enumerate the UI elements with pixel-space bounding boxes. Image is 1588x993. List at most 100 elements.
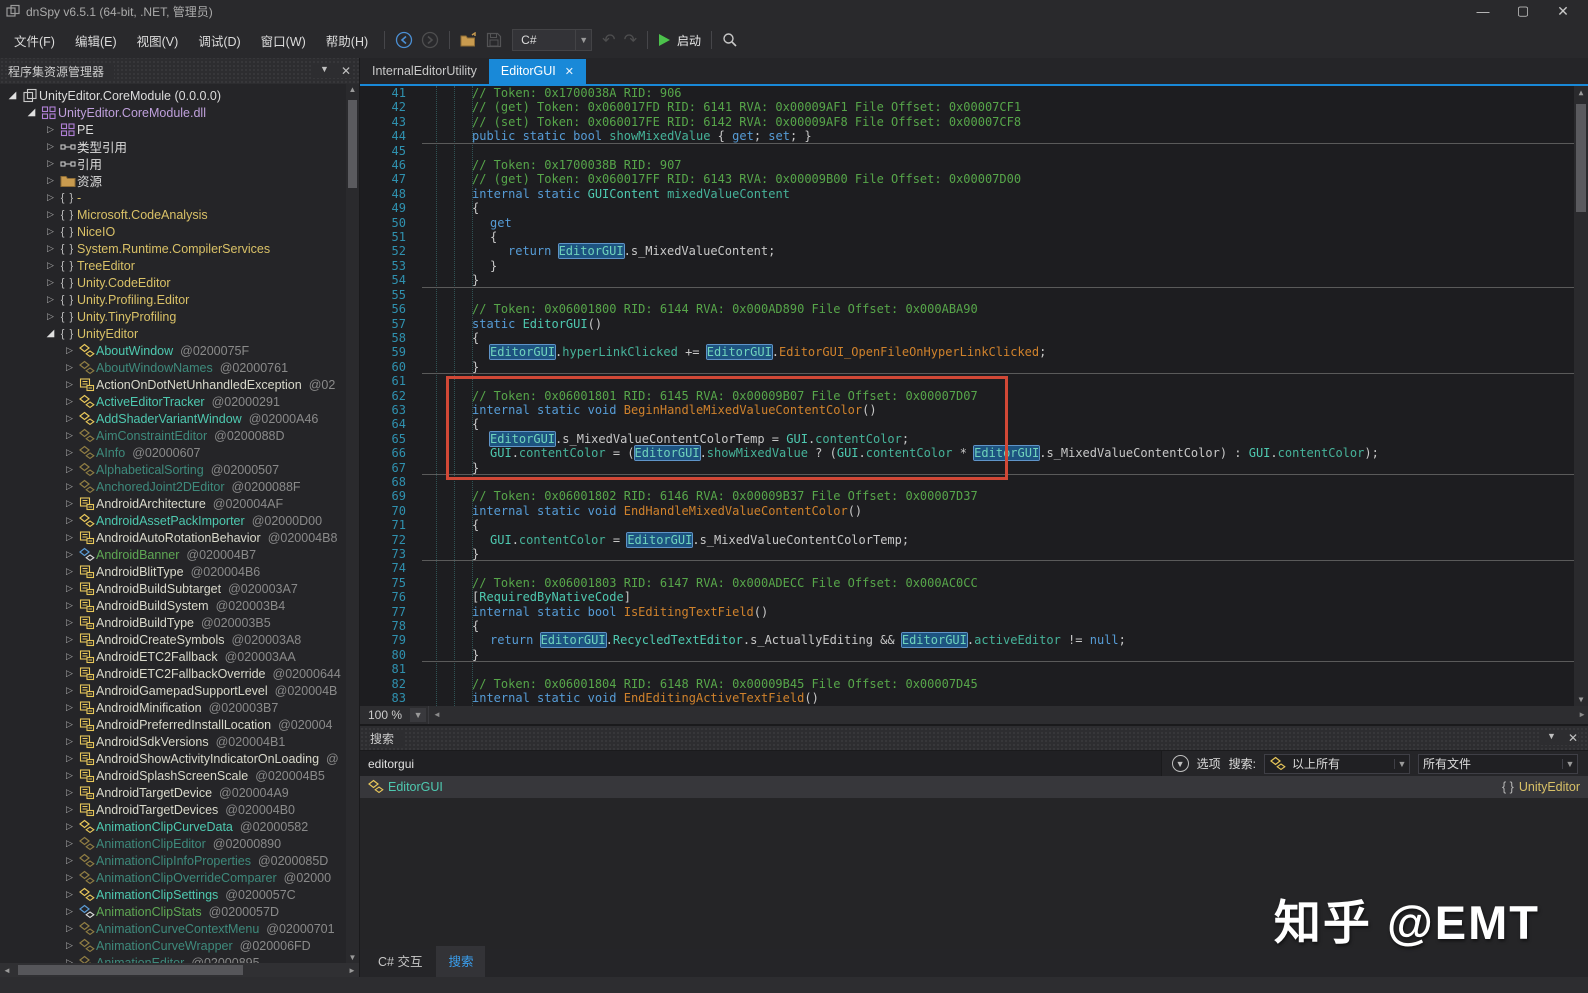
code-line[interactable]: 52 return EditorGUI.s_MixedValueContent;: [360, 244, 1588, 259]
collapsed-arrow-icon[interactable]: ▷: [62, 464, 77, 475]
editorgui-reference-highlight[interactable]: EditorGUI: [901, 633, 967, 648]
tool-tab-0[interactable]: C# 交互: [366, 946, 434, 977]
code-line[interactable]: 80}: [360, 648, 1588, 662]
tree-item[interactable]: ▷ AndroidArchitecture @020004AF: [0, 495, 359, 512]
menu-item-3[interactable]: 调试(D): [188, 27, 250, 54]
code-line[interactable]: 41 // Token: 0x1700038A RID: 906: [360, 86, 1588, 100]
tree-item[interactable]: ▷ AndroidMinification @020003B7: [0, 699, 359, 716]
collapsed-arrow-icon[interactable]: ▷: [62, 787, 77, 798]
tree-item[interactable]: ▷ AndroidBanner @020004B7: [0, 546, 359, 563]
code-line[interactable]: 53}: [360, 259, 1588, 273]
collapsed-arrow-icon[interactable]: ▷: [62, 379, 77, 390]
panel-close-icon[interactable]: ✕: [341, 64, 351, 78]
collapsed-arrow-icon[interactable]: ▷: [62, 515, 77, 526]
tree-item[interactable]: ▷ AnimationClipSettings @0200057C: [0, 886, 359, 903]
collapsed-arrow-icon[interactable]: ▷: [62, 923, 77, 934]
collapsed-arrow-icon[interactable]: ▷: [62, 770, 77, 781]
scroll-left-icon[interactable]: ◄: [433, 706, 441, 724]
expanded-arrow-icon[interactable]: ◢: [24, 107, 39, 118]
assembly-tree[interactable]: ▲ ▼ ◢ UnityEditor.CoreModule (0.0.0.0) ◢ Un…: [0, 84, 359, 963]
collapsed-arrow-icon[interactable]: ▷: [43, 311, 58, 322]
collapsed-arrow-icon[interactable]: ▷: [62, 651, 77, 662]
scroll-left-icon[interactable]: ◄: [0, 966, 14, 975]
tree-item[interactable]: ▷ AlphabeticalSorting @02000507: [0, 461, 359, 478]
tree-item[interactable]: ◢ UnityEditor.CoreModule (0.0.0.0): [0, 87, 359, 104]
code-line[interactable]: 75 // Token: 0x06001803 RID: 6147 RVA: 0x…: [360, 576, 1588, 590]
code-line[interactable]: 49 {: [360, 201, 1588, 215]
tree-vertical-scrollbar[interactable]: ▲ ▼: [346, 84, 359, 963]
tree-item[interactable]: ▷ AndroidAutoRotationBehavior @020004B8: [0, 529, 359, 546]
scroll-right-icon[interactable]: ►: [1578, 706, 1586, 724]
code-line[interactable]: 79 return EditorGUI.RecycledTextEditor.s_…: [360, 633, 1588, 648]
collapsed-arrow-icon[interactable]: ▷: [62, 498, 77, 509]
code-line[interactable]: 51 {: [360, 230, 1588, 244]
collapsed-arrow-icon[interactable]: ▷: [62, 396, 77, 407]
collapsed-arrow-icon[interactable]: ▷: [62, 906, 77, 917]
collapsed-arrow-icon[interactable]: ▷: [62, 872, 77, 883]
collapsed-arrow-icon[interactable]: ▷: [62, 413, 77, 424]
tree-item[interactable]: ▷{ } System.Runtime.CompilerServices: [0, 240, 359, 257]
editorgui-reference-highlight[interactable]: EditorGUI: [540, 633, 606, 648]
tree-item[interactable]: ▷ AnimationCurveWrapper @020006FD: [0, 937, 359, 954]
navigate-forward-button[interactable]: [421, 31, 439, 49]
code-line[interactable]: 54}: [360, 273, 1588, 287]
collapsed-arrow-icon[interactable]: ▷: [62, 838, 77, 849]
tree-item[interactable]: ▷ AboutWindow @0200075F: [0, 342, 359, 359]
code-line[interactable]: 64 {: [360, 417, 1588, 431]
panel-menu-chevron-icon[interactable]: ▼: [320, 64, 329, 78]
maximize-button[interactable]: ▢: [1516, 3, 1530, 19]
tree-item[interactable]: ◢ UnityEditor.CoreModule.dll: [0, 104, 359, 121]
code-line[interactable]: 56 // Token: 0x06001800 RID: 6144 RVA: 0x…: [360, 302, 1588, 316]
code-line[interactable]: 62 // Token: 0x06001801 RID: 6145 RVA: 0x…: [360, 389, 1588, 403]
tree-item[interactable]: ▷ AndroidBuildType @020003B5: [0, 614, 359, 631]
scroll-up-icon[interactable]: ▲: [1574, 88, 1588, 97]
code-line[interactable]: 73}: [360, 547, 1588, 561]
code-line[interactable]: 67}: [360, 461, 1588, 475]
collapsed-arrow-icon[interactable]: ▷: [62, 719, 77, 730]
menu-item-2[interactable]: 视图(V): [127, 27, 189, 54]
code-line[interactable]: 81: [360, 662, 1588, 676]
code-line[interactable]: 55: [360, 288, 1588, 302]
tree-item[interactable]: ▷ AndroidETC2FallbackOverride @02000644: [0, 665, 359, 682]
collapsed-arrow-icon[interactable]: ▷: [62, 447, 77, 458]
collapsed-arrow-icon[interactable]: ▷: [62, 566, 77, 577]
menu-item-5[interactable]: 帮助(H): [316, 27, 378, 54]
tree-item[interactable]: ◢{ } UnityEditor: [0, 325, 359, 342]
tree-item[interactable]: ▷ AndroidBuildSubtarget @020003A7: [0, 580, 359, 597]
menu-item-0[interactable]: 文件(F): [4, 27, 65, 54]
redo-button[interactable]: ↷: [624, 30, 637, 50]
tree-item[interactable]: ▷{ } Unity.CodeEditor: [0, 274, 359, 291]
navigate-back-button[interactable]: [395, 31, 413, 49]
tree-scrollbar-thumb[interactable]: [348, 100, 357, 188]
scroll-right-icon[interactable]: ►: [345, 966, 359, 975]
tree-item[interactable]: ▷ AndroidCreateSymbols @020003A8: [0, 631, 359, 648]
tree-item[interactable]: ▷ AndroidAssetPackImporter @02000D00: [0, 512, 359, 529]
scroll-down-icon[interactable]: ▼: [346, 953, 359, 962]
collapsed-arrow-icon[interactable]: ▷: [43, 226, 58, 237]
expanded-arrow-icon[interactable]: ◢: [43, 328, 58, 339]
editor-scrollbar-thumb[interactable]: [1576, 104, 1586, 212]
editorgui-reference-highlight[interactable]: EditorGUI: [490, 345, 556, 360]
code-line[interactable]: 58 {: [360, 331, 1588, 345]
code-line[interactable]: 76 [RequiredByNativeCode]: [360, 590, 1588, 604]
tree-horizontal-scrollbar[interactable]: ◄ ►: [0, 963, 359, 977]
tab-close-icon[interactable]: ✕: [565, 65, 574, 78]
tree-item[interactable]: ▷ AnimationClipCurveData @02000582: [0, 818, 359, 835]
tree-item[interactable]: ▷ AInfo @02000607: [0, 444, 359, 461]
collapsed-arrow-icon[interactable]: ▷: [62, 532, 77, 543]
collapsed-arrow-icon[interactable]: ▷: [62, 736, 77, 747]
code-line[interactable]: 69 // Token: 0x06001802 RID: 6146 RVA: 0x…: [360, 489, 1588, 503]
tree-item[interactable]: ▷ AimConstraintEditor @0200088D: [0, 427, 359, 444]
editorgui-reference-highlight[interactable]: EditorGUI: [627, 532, 693, 547]
collapsed-arrow-icon[interactable]: ▷: [62, 362, 77, 373]
code-line[interactable]: 68: [360, 475, 1588, 489]
document-tab-0[interactable]: InternalEditorUtility: [360, 59, 489, 84]
code-line[interactable]: 72 GUI.contentColor = EditorGUI.s_MixedVa…: [360, 532, 1588, 547]
tree-item[interactable]: ▷{ } -: [0, 189, 359, 206]
code-line[interactable]: 63 internal static void BeginHandleMixedV…: [360, 403, 1588, 417]
code-line[interactable]: 65 EditorGUI.s_MixedValueContentColorTemp…: [360, 431, 1588, 446]
code-line[interactable]: 46 // Token: 0x1700038B RID: 907: [360, 158, 1588, 172]
code-line[interactable]: 66 GUI.contentColor = (EditorGUI.showMixe…: [360, 446, 1588, 461]
collapsed-arrow-icon[interactable]: ▷: [62, 940, 77, 951]
code-line[interactable]: 61: [360, 374, 1588, 388]
